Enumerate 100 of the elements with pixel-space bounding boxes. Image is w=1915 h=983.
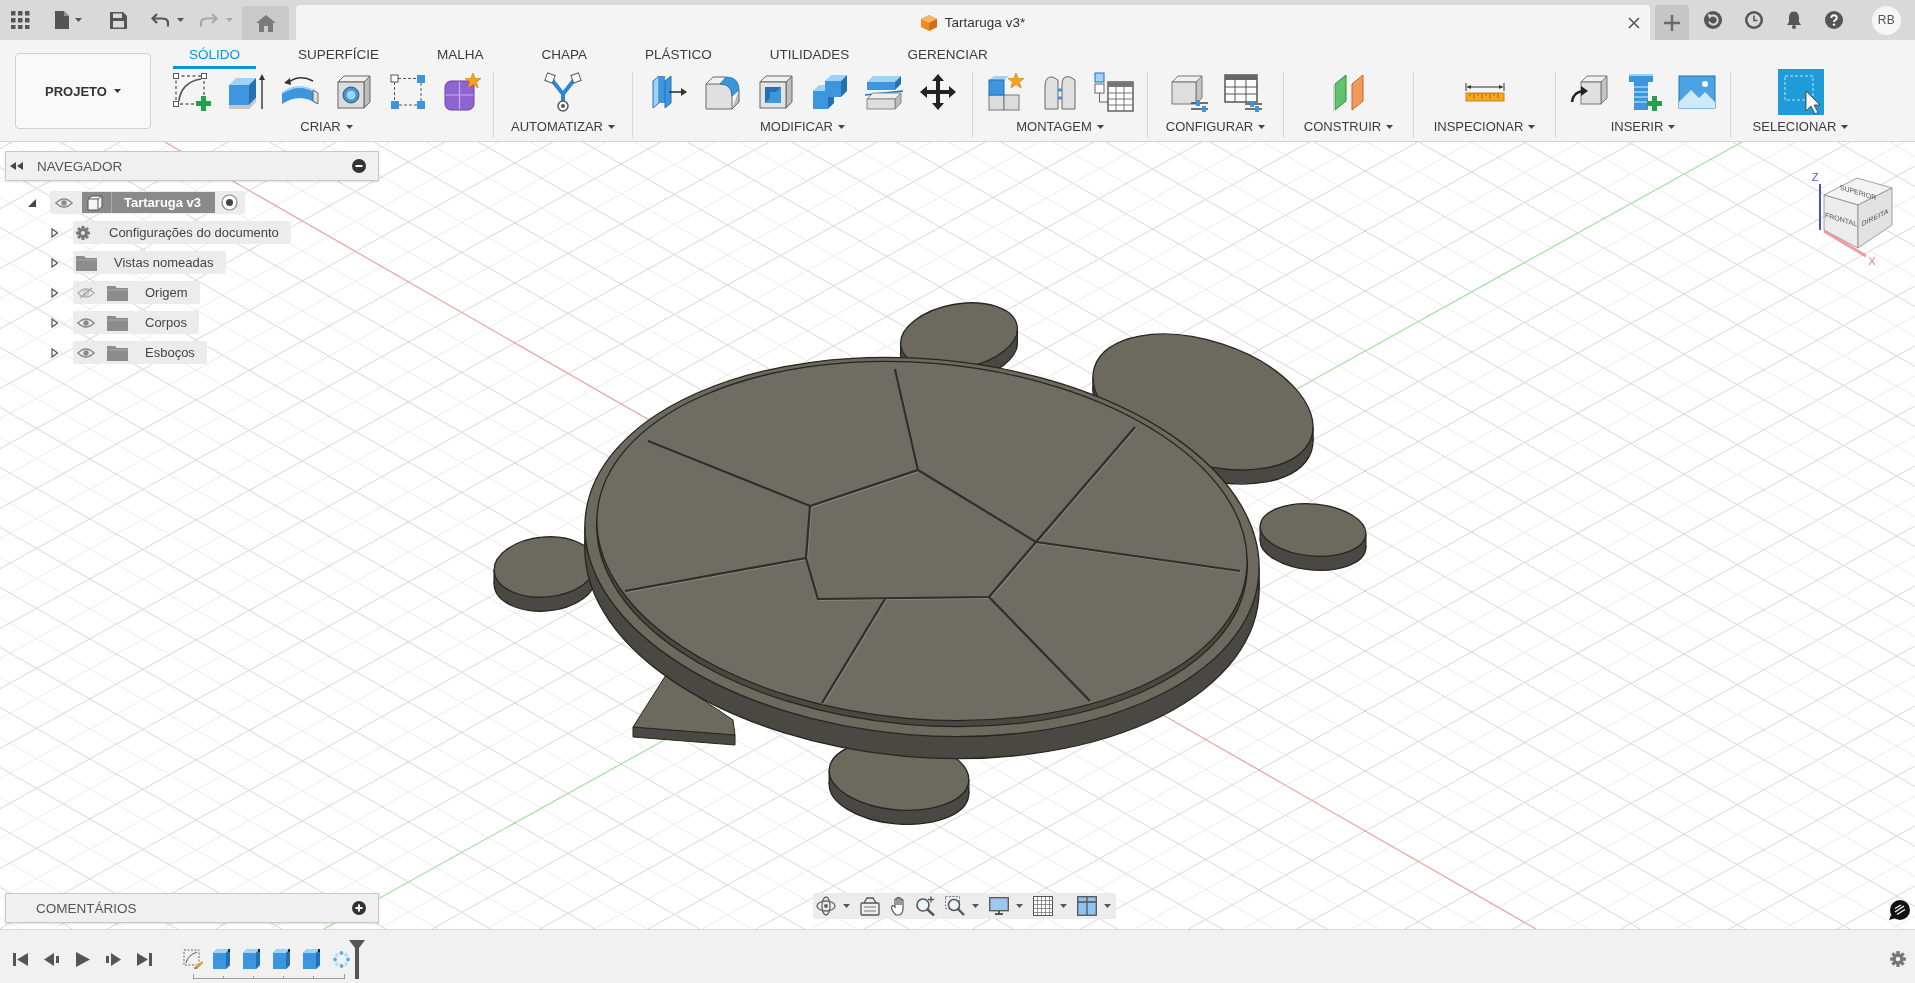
landscape-picture-icon[interactable] xyxy=(1677,72,1717,112)
caret-icon[interactable] xyxy=(74,18,82,22)
cubes-star-icon[interactable] xyxy=(986,72,1026,112)
caret-icon[interactable] xyxy=(1104,904,1111,908)
squares-table-icon[interactable] xyxy=(1094,72,1134,112)
tree-item[interactable]: Corpos xyxy=(73,311,199,334)
help-icon[interactable] xyxy=(1825,11,1843,29)
group-menu-button[interactable]: SELECIONAR xyxy=(1752,119,1849,134)
curve-pencil-icon[interactable] xyxy=(183,949,203,969)
caret-icon[interactable] xyxy=(837,124,845,129)
close-icon[interactable] xyxy=(1628,16,1640,29)
cube-icon[interactable] xyxy=(303,949,320,969)
group-menu-button[interactable]: AUTOMATIZAR xyxy=(511,119,615,134)
magnifier-dashed-box-icon[interactable] xyxy=(945,896,965,916)
ribbon-tab[interactable]: MALHA xyxy=(421,40,500,69)
ribbon-tab[interactable]: CHAPA xyxy=(525,40,604,69)
window-panes-icon[interactable] xyxy=(1077,896,1097,916)
project-button[interactable]: PROJETO xyxy=(15,53,151,129)
eye-icon[interactable] xyxy=(55,196,73,209)
undo-icon[interactable] xyxy=(150,13,169,27)
plus-circle-icon[interactable] xyxy=(352,901,366,915)
eye-icon[interactable] xyxy=(77,316,95,329)
dashed-box-cursor-icon[interactable] xyxy=(1777,69,1824,115)
caret-icon[interactable] xyxy=(843,904,850,908)
tree-item[interactable]: Configurações do documento xyxy=(73,221,291,244)
caret-icon[interactable] xyxy=(1528,124,1536,129)
monitor-icon[interactable] xyxy=(989,897,1009,915)
cube-icon[interactable] xyxy=(213,949,230,969)
triangle-icon[interactable] xyxy=(51,227,58,238)
pattern-squares-icon[interactable] xyxy=(387,72,428,112)
feedback-bubble-icon[interactable] xyxy=(1889,900,1911,920)
avatar-button[interactable]: RB xyxy=(1872,5,1901,35)
cube-icon[interactable] xyxy=(273,949,290,969)
home-tab[interactable] xyxy=(242,6,289,40)
triangle-icon[interactable] xyxy=(51,317,58,328)
ribbon-tab[interactable]: SUPERFÍCIE xyxy=(282,40,396,69)
caret-icon[interactable] xyxy=(1668,124,1676,129)
group-menu-button[interactable]: MODIFICAR xyxy=(760,119,845,134)
dotted-ring-icon[interactable] xyxy=(333,950,350,968)
caret-icon[interactable] xyxy=(1016,904,1023,908)
caret-icon[interactable] xyxy=(1060,904,1067,908)
cube-icon[interactable] xyxy=(243,949,260,969)
tree-item[interactable]: Esboços xyxy=(73,341,207,364)
triangle-icon[interactable] xyxy=(51,347,58,358)
caret-icon[interactable] xyxy=(345,124,353,129)
cube-star-icon[interactable] xyxy=(441,72,482,112)
ribbon-tab[interactable]: GERENCIAR xyxy=(891,40,1004,69)
double-chevron-left-icon[interactable] xyxy=(10,162,23,170)
file-icon[interactable] xyxy=(54,11,69,29)
eye-icon[interactable] xyxy=(77,346,95,359)
clock-icon[interactable] xyxy=(1745,11,1763,29)
triangle-icon[interactable] xyxy=(51,257,58,268)
group-menu-button[interactable]: CONSTRUIR xyxy=(1303,119,1394,134)
home-icon[interactable] xyxy=(255,14,276,32)
orbit-icon[interactable] xyxy=(816,896,836,916)
radio-icon[interactable] xyxy=(221,194,239,211)
ruler-icon[interactable] xyxy=(1464,82,1505,102)
caret-icon[interactable] xyxy=(1096,124,1104,129)
step-back-icon[interactable] xyxy=(44,951,59,967)
plus-icon[interactable] xyxy=(1664,14,1680,31)
ribbon-tab[interactable]: PLÁSTICO xyxy=(629,40,728,69)
group-menu-button[interactable]: INSPECIONAR xyxy=(1433,119,1536,134)
view-cube[interactable] xyxy=(1819,177,1893,258)
table-sliders-icon[interactable] xyxy=(1222,72,1263,112)
play-icon[interactable] xyxy=(75,951,90,967)
caret-icon[interactable] xyxy=(176,18,184,22)
skip-start-icon[interactable] xyxy=(13,951,28,967)
caret-icon[interactable] xyxy=(1386,124,1394,129)
caret-icon[interactable] xyxy=(1258,124,1266,129)
group-menu-button[interactable]: CRIAR xyxy=(300,119,353,134)
document-tab[interactable]: Tartaruga v3* xyxy=(296,5,1650,40)
apps-grid-icon[interactable] xyxy=(11,10,30,30)
new-tab-button[interactable] xyxy=(1655,5,1689,40)
branch-nodes-icon[interactable] xyxy=(543,72,583,112)
ribbon-tab[interactable]: UTILIDADES xyxy=(753,40,866,69)
bell-icon[interactable] xyxy=(1786,11,1802,29)
triangle-icon[interactable] xyxy=(28,198,36,207)
timeline-marker-icon[interactable] xyxy=(349,939,365,979)
skip-end-icon[interactable] xyxy=(137,951,152,967)
grid-icon[interactable] xyxy=(1033,896,1053,916)
lidded-box-icon[interactable] xyxy=(860,896,880,916)
caret-icon[interactable] xyxy=(113,89,121,93)
caret-icon[interactable] xyxy=(972,904,979,908)
curve-square-plus-icon[interactable] xyxy=(171,72,212,112)
caret-icon[interactable] xyxy=(608,124,615,129)
hand-icon[interactable] xyxy=(890,896,905,916)
axis-label: Z xyxy=(1811,171,1819,183)
group-menu-button[interactable]: INSERIR xyxy=(1610,119,1676,134)
caret-icon[interactable] xyxy=(1841,124,1849,129)
step-forward-icon[interactable] xyxy=(106,951,121,967)
minus-circle-icon[interactable] xyxy=(352,159,366,173)
triangle-icon[interactable] xyxy=(51,287,58,298)
group-menu-button[interactable]: MONTAGEM xyxy=(1016,119,1104,134)
tree-item[interactable]: Origem xyxy=(73,281,200,304)
tree-item[interactable]: Vistas nomeadas xyxy=(73,251,226,274)
gear-icon[interactable] xyxy=(1889,950,1907,968)
cube-sliders-icon[interactable] xyxy=(1168,72,1209,112)
group-menu-button[interactable]: CONFIGURAR xyxy=(1165,119,1266,134)
save-icon[interactable] xyxy=(109,11,127,29)
magnifier-plus-icon[interactable] xyxy=(915,896,935,916)
